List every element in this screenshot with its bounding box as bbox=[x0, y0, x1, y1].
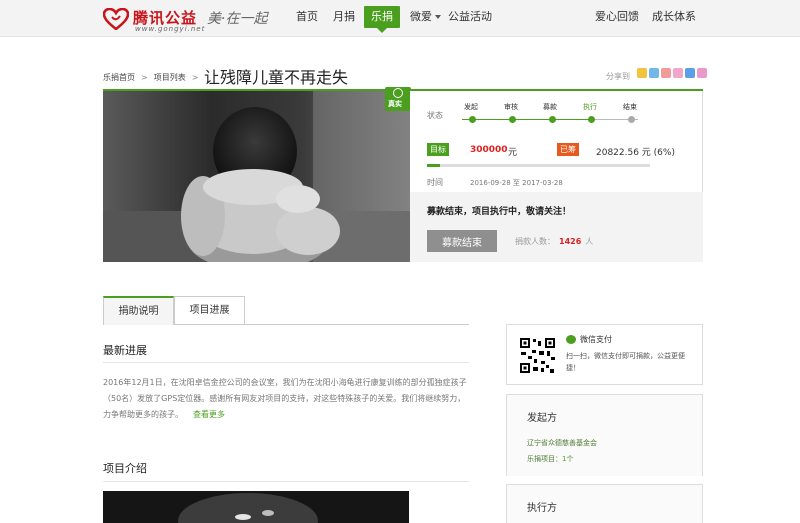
nav-public-activities[interactable]: 公益活动 bbox=[448, 0, 492, 37]
share-pengyou-icon[interactable] bbox=[673, 68, 683, 78]
time-start: 2016-09-28 bbox=[470, 179, 511, 187]
initiator-box: 发起方 辽宁省众德慈善基金会 乐捐项目：1个 bbox=[506, 394, 703, 476]
executor-box: 执行方 bbox=[506, 484, 703, 523]
donor-count-value: 1426 bbox=[559, 237, 582, 246]
breadcrumb-separator: > bbox=[141, 73, 148, 82]
share-more-icon[interactable] bbox=[697, 68, 707, 78]
initiator-title: 发起方 bbox=[527, 413, 557, 424]
nav-ledonate[interactable]: 乐捐 bbox=[364, 6, 400, 33]
logo-subtext: www.gongyi.net bbox=[135, 25, 206, 33]
project-photo bbox=[103, 91, 410, 262]
tab-donation-info[interactable]: 捐助说明 bbox=[103, 296, 174, 325]
fundraising-ended-button[interactable]: 募款结束 bbox=[427, 230, 497, 252]
funding-progress-fill bbox=[427, 164, 441, 167]
share-qzone-icon[interactable] bbox=[637, 68, 647, 78]
time-end: 2017-03-28 bbox=[522, 179, 563, 187]
breadcrumb: 乐捐首页 > 项目列表 > bbox=[103, 72, 204, 83]
time-to: 至 bbox=[512, 179, 520, 187]
nav-love-feedback[interactable]: 爱心回馈 bbox=[595, 0, 639, 37]
initiator-projects-unit: 个 bbox=[566, 455, 574, 463]
donor-count: 捐款人数： 1426 人 bbox=[515, 236, 593, 247]
top-navigation-bar: 腾讯公益 www.gongyi.net 美·在一起 首页 月捐 乐捐 微爱 公益… bbox=[0, 0, 800, 37]
breadcrumb-item-list[interactable]: 项目列表 bbox=[154, 73, 186, 82]
step-dot bbox=[549, 116, 556, 123]
share-renren-icon[interactable] bbox=[685, 68, 695, 78]
share-icons bbox=[637, 68, 707, 78]
step-dot-pending bbox=[628, 116, 635, 123]
verified-badge-label: 真实 bbox=[388, 100, 402, 108]
goal-tag: 目标 bbox=[427, 143, 449, 156]
nav-monthly-donate[interactable]: 月捐 bbox=[333, 0, 355, 37]
checkmark-icon bbox=[393, 88, 403, 98]
donor-count-label: 捐款人数： bbox=[515, 237, 555, 246]
step-finish: 结束 bbox=[623, 103, 637, 111]
latest-progress-text: 2016年12月1日，在沈阳卓信金控公司的会议室，我们为在沈阳小海龟进行康复训练… bbox=[103, 375, 469, 423]
step-dot-current bbox=[588, 116, 595, 123]
verified-badge: 真实 bbox=[385, 87, 411, 111]
project-hero: 真实 状态 发起 审核 募款 执行 结束 目标 300000 元 已筹 2082… bbox=[103, 87, 703, 262]
nav-weiai-label: 微爱 bbox=[410, 10, 432, 23]
share-label: 分享到 bbox=[606, 72, 630, 81]
heart-logo-icon bbox=[103, 8, 129, 30]
site-logo[interactable]: 腾讯公益 www.gongyi.net bbox=[103, 5, 204, 33]
chevron-down-icon bbox=[435, 15, 441, 19]
share-weibo-icon[interactable] bbox=[661, 68, 671, 78]
step-fundraise: 募款 bbox=[543, 103, 557, 111]
project-intro-photo bbox=[103, 491, 409, 523]
page-title: 让残障儿童不再走失 bbox=[204, 68, 349, 87]
wechat-pay-title: 微信支付 bbox=[580, 335, 612, 344]
funding-progress-bar bbox=[427, 164, 650, 167]
step-review: 审核 bbox=[504, 103, 518, 111]
intro-photo-image bbox=[103, 491, 409, 523]
wechat-icon bbox=[566, 335, 576, 344]
raised-value: 20822.56 元 (6%) bbox=[596, 148, 675, 158]
qr-code-icon[interactable] bbox=[519, 337, 556, 374]
divider bbox=[103, 481, 469, 482]
latest-progress-title: 最新进展 bbox=[103, 344, 147, 357]
ended-message: 募款结束，项目执行中，敬请关注！ bbox=[427, 207, 572, 217]
fundraising-status-area: 募款结束，项目执行中，敬请关注！ 募款结束 捐款人数： 1426 人 bbox=[410, 192, 703, 262]
latest-progress-body: 2016年12月1日，在沈阳卓信金控公司的会议室，我们为在沈阳小海龟进行康复训练… bbox=[103, 378, 467, 419]
nav-weiai[interactable]: 微爱 bbox=[410, 0, 441, 37]
initiator-projects-label: 乐捐项目： bbox=[527, 455, 562, 463]
goal-unit: 元 bbox=[508, 148, 518, 158]
divider bbox=[103, 362, 469, 363]
slogan: 美·在一起 bbox=[207, 11, 268, 27]
breadcrumb-item-home[interactable]: 乐捐首页 bbox=[103, 73, 135, 82]
wechat-pay-box: 微信支付 扫一扫，微信支付即可捐款，公益更便捷！ bbox=[506, 324, 703, 385]
time-label: 时间 bbox=[427, 178, 443, 187]
step-dot bbox=[509, 116, 516, 123]
tab-project-progress[interactable]: 项目进展 bbox=[174, 296, 245, 325]
initiator-projects: 乐捐项目：1个 bbox=[527, 454, 573, 464]
breadcrumb-separator: > bbox=[191, 73, 199, 82]
donor-count-unit: 人 bbox=[585, 237, 594, 246]
raised-tag: 已筹 bbox=[557, 143, 579, 156]
wechat-pay-description: 扫一扫，微信支付即可捐款，公益更便捷！ bbox=[566, 352, 685, 372]
goal-value: 300000 bbox=[470, 145, 508, 155]
step-execute: 执行 bbox=[583, 103, 597, 111]
step-initiate: 发起 bbox=[464, 103, 478, 111]
share-qq-icon[interactable] bbox=[649, 68, 659, 78]
nav-growth-system[interactable]: 成长体系 bbox=[652, 0, 696, 37]
step-dot bbox=[469, 116, 476, 123]
read-more-link[interactable]: 查看更多 bbox=[193, 410, 225, 419]
project-info-panel: 状态 发起 审核 募款 执行 结束 目标 300000 元 已筹 20822.5… bbox=[410, 91, 703, 262]
executor-title: 执行方 bbox=[527, 503, 557, 514]
time-range: 2016-09-28 至 2017-03-28 bbox=[470, 178, 563, 188]
project-intro-title: 项目介绍 bbox=[103, 462, 147, 475]
status-label: 状态 bbox=[427, 111, 443, 120]
nav-home[interactable]: 首页 bbox=[296, 0, 318, 37]
content-tabs: 捐助说明 项目进展 bbox=[103, 296, 469, 325]
initiator-name[interactable]: 辽宁省众德慈善基金会 bbox=[527, 438, 597, 448]
child-photo-image bbox=[103, 91, 410, 262]
